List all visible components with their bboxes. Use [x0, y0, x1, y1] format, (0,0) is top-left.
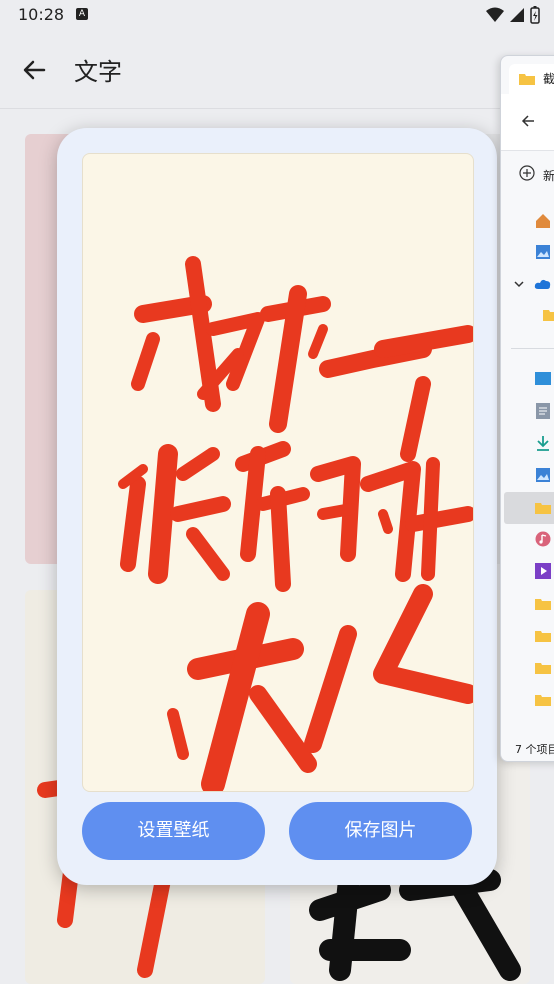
- documents-icon[interactable]: [536, 403, 550, 419]
- new-button-label[interactable]: 新: [543, 167, 554, 184]
- signal-icon: [510, 8, 524, 22]
- home-icon[interactable]: [535, 213, 551, 229]
- wallpaper-preview-dialog: 设置壁纸 保存图片: [57, 128, 497, 885]
- set-wallpaper-button[interactable]: 设置壁纸: [82, 802, 265, 860]
- back-arrow-icon[interactable]: [521, 114, 535, 128]
- explorer-nav-bar: [501, 94, 554, 151]
- status-time: 10:28: [18, 5, 65, 24]
- chevron-down-icon[interactable]: [513, 278, 525, 290]
- folder-icon[interactable]: [535, 501, 551, 514]
- folder-icon[interactable]: [543, 308, 554, 321]
- folder-icon[interactable]: [535, 597, 551, 610]
- videos-icon[interactable]: [535, 563, 551, 579]
- music-icon[interactable]: [535, 531, 551, 547]
- explorer-status-text: 7 个项目: [515, 743, 554, 756]
- save-image-button[interactable]: 保存图片: [289, 802, 472, 860]
- status-icons: [486, 6, 540, 24]
- cloud-icon[interactable]: [534, 278, 552, 290]
- folder-icon[interactable]: [535, 693, 551, 706]
- back-arrow-icon[interactable]: [20, 56, 48, 84]
- download-icon[interactable]: [536, 435, 550, 451]
- app-bar: 文字: [0, 32, 554, 109]
- pictures-icon[interactable]: [535, 467, 551, 483]
- file-explorer-window: 截 新 7 个项目: [500, 55, 554, 762]
- folder-icon[interactable]: [535, 661, 551, 674]
- gallery-icon[interactable]: [535, 244, 551, 260]
- wifi-icon: [486, 7, 504, 22]
- notification-a-icon: A: [76, 8, 88, 20]
- calligraphy-art: [118, 256, 473, 791]
- folder-icon: [519, 74, 535, 85]
- desktop-icon[interactable]: [535, 372, 551, 385]
- explorer-tab-label: 截: [543, 72, 554, 86]
- folder-icon[interactable]: [535, 629, 551, 642]
- page-title: 文字: [74, 58, 122, 86]
- add-icon[interactable]: [519, 165, 535, 181]
- wallpaper-preview: [82, 153, 474, 792]
- status-bar: 10:28 A: [0, 0, 554, 32]
- battery-icon: [530, 6, 540, 24]
- explorer-divider: [511, 348, 554, 349]
